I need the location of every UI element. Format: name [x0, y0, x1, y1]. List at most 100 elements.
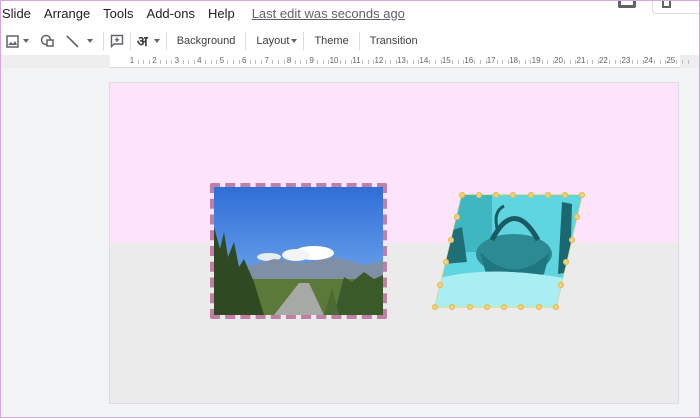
border-dot — [459, 192, 465, 198]
ruler-tick — [637, 60, 639, 64]
ruler-tick — [216, 60, 218, 64]
ruler-number: 17 — [486, 56, 496, 65]
border-dot — [466, 304, 473, 310]
border-dot — [448, 236, 455, 243]
border-dot — [568, 236, 575, 243]
slide-pink-band — [110, 83, 678, 243]
ruler-number: 18 — [509, 56, 519, 65]
ruler-number: 12 — [374, 56, 384, 65]
ruler-tick — [367, 60, 369, 64]
background-button[interactable]: Background — [173, 35, 240, 47]
ruler-tick — [277, 60, 279, 64]
basket-image[interactable] — [432, 192, 585, 310]
ruler-number: 9 — [309, 56, 314, 65]
layout-button[interactable]: Layout — [252, 31, 298, 51]
ruler-tick — [249, 60, 251, 64]
shape-button[interactable] — [40, 31, 56, 51]
ruler-tick — [412, 60, 414, 64]
ruler-tick — [204, 60, 206, 64]
border-dot — [483, 304, 490, 310]
ruler-tick — [305, 60, 307, 64]
ruler-tick — [564, 60, 566, 64]
line-button[interactable] — [66, 31, 93, 51]
present-icon — [662, 0, 671, 8]
ruler-tick — [345, 60, 347, 64]
menu-arrange[interactable]: Arrange — [44, 6, 90, 21]
ruler-tick — [524, 60, 526, 64]
ruler-tick — [519, 60, 521, 64]
ruler-tick — [171, 60, 173, 64]
ruler-tick — [210, 60, 212, 64]
border-dot — [442, 259, 449, 266]
present-button[interactable] — [652, 0, 700, 14]
ruler-number: 13 — [396, 56, 406, 65]
ruler-tick — [676, 60, 678, 64]
ruler-tick — [255, 60, 257, 64]
ruler-number: 22 — [598, 56, 608, 65]
ruler-number: 3 — [174, 56, 180, 65]
chevron-down-icon — [291, 39, 298, 43]
ruler-number: 20 — [554, 56, 563, 65]
slide-canvas[interactable] — [109, 82, 679, 404]
ruler-tick — [272, 60, 274, 64]
menu-tools[interactable]: Tools — [103, 6, 133, 21]
ruler-tick — [609, 60, 611, 64]
ruler-tick — [143, 60, 145, 64]
chevron-down-icon — [153, 39, 160, 43]
ruler-tick — [294, 60, 296, 64]
ruler-number: 2 — [152, 56, 157, 65]
menu-slide[interactable]: Slide — [2, 6, 31, 21]
menu-add-ons[interactable]: Add-ons — [147, 6, 195, 21]
ruler-number: 16 — [464, 56, 474, 65]
menu-help[interactable]: Help — [208, 6, 235, 21]
ruler-number: 11 — [352, 56, 361, 65]
border-dot — [558, 281, 565, 288]
ruler-number: 24 — [643, 56, 653, 65]
border-dot — [553, 304, 559, 310]
ruler-tick — [614, 60, 616, 64]
ruler-tick — [659, 60, 661, 64]
shape-icon — [40, 34, 54, 47]
chevron-down-icon — [23, 39, 29, 43]
comment-button[interactable] — [110, 31, 124, 51]
add-comment-icon — [110, 34, 124, 48]
image-icon — [6, 34, 19, 48]
ruler-tick — [502, 60, 504, 64]
border-dot — [527, 192, 534, 198]
ruler-number: 8 — [286, 56, 292, 65]
ruler-number: 14 — [419, 56, 429, 65]
ruler-tick — [586, 60, 588, 64]
ruler-number: 25 — [666, 56, 676, 65]
ruler-tick — [317, 60, 319, 64]
theme-button[interactable]: Theme — [310, 35, 352, 47]
toolbar-divider — [358, 32, 360, 50]
ruler-tick — [569, 60, 571, 64]
ruler-tick — [384, 60, 386, 64]
input-tools-button[interactable]: अ — [137, 31, 160, 51]
layout-label: Layout — [256, 35, 290, 47]
ruler-tick — [496, 60, 498, 64]
horizontal-ruler[interactable]: 1 2 3 4 5 6 7 8 9 10 11 12 13 14 15 16 17 18 19 20 21 22 23 24 2… — [110, 55, 689, 68]
ruler-tick — [188, 60, 190, 64]
input-tools-icon: अ — [137, 33, 148, 50]
toolbar: अ Background Layout Theme Transition — [0, 27, 700, 55]
ruler-number: 19 — [531, 56, 541, 65]
last-edit-link[interactable]: Last edit was seconds ago — [252, 6, 405, 21]
ruler-tick — [300, 60, 302, 64]
ruler-tick — [592, 60, 594, 64]
landscape-photo-icon — [214, 187, 383, 315]
ruler-tick — [137, 60, 139, 64]
comment-icon[interactable] — [618, 0, 636, 8]
ruler-tick — [227, 60, 229, 64]
toolbar-divider — [130, 32, 131, 50]
toolbar-divider — [245, 32, 247, 50]
ruler-tick — [322, 60, 324, 64]
transition-button[interactable]: Transition — [366, 35, 422, 47]
insert-image-button[interactable] — [6, 31, 29, 51]
ruler-number: 10 — [329, 56, 339, 65]
ruler-tick — [233, 60, 235, 64]
ruler-tick — [429, 60, 431, 64]
ruler-tick — [682, 60, 684, 64]
landscape-image[interactable] — [214, 187, 383, 315]
ruler-tick — [390, 60, 392, 64]
